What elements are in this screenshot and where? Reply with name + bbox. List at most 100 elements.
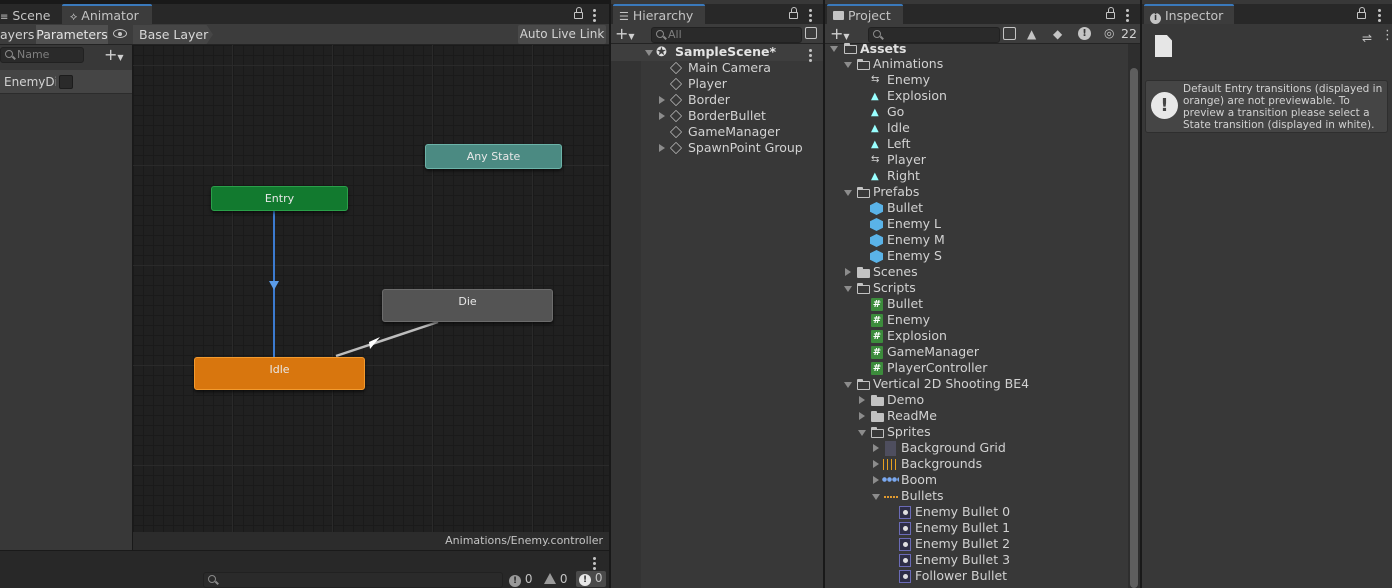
state-idle[interactable]: Idle (194, 357, 365, 390)
assets-expand-arrow[interactable] (830, 46, 838, 52)
hidden-packages-icon[interactable]: ◎ (1104, 26, 1114, 40)
expand-arrow[interactable] (859, 412, 865, 420)
folder-demo[interactable]: Demo (887, 392, 924, 408)
asset-item[interactable]: GameManager (887, 344, 979, 360)
folder-scenes[interactable]: Scenes (873, 264, 918, 280)
asset-item[interactable]: Enemy (887, 72, 930, 88)
parameters-tab[interactable]: Parameters (36, 25, 108, 44)
assets-root[interactable]: Assets (860, 41, 906, 57)
folder-prefabs[interactable]: Prefabs (873, 184, 919, 200)
hierarchy-menu-icon[interactable] (809, 8, 813, 24)
layers-tab[interactable]: ayers (0, 25, 35, 44)
tab-animator[interactable]: ⟡ Animator (62, 4, 152, 24)
folder-animations[interactable]: Animations (873, 56, 943, 72)
hierarchy-item[interactable]: GameManager (688, 124, 780, 140)
asset-item[interactable]: Boom (901, 472, 937, 488)
console-search-input[interactable] (203, 572, 503, 588)
scene-expand-arrow[interactable] (645, 50, 653, 56)
expand-arrow[interactable] (844, 190, 852, 196)
tab-hierarchy[interactable]: ☰ Hierarchy (613, 4, 705, 24)
filter-by-label-icon[interactable]: ◆ (1053, 27, 1062, 41)
parameter-search-input[interactable]: Name (0, 47, 84, 63)
expand-arrow[interactable] (844, 382, 852, 388)
asset-item[interactable]: PlayerController (887, 360, 987, 376)
asset-item[interactable]: Player (887, 152, 926, 168)
warning-count[interactable]: 0 (544, 572, 567, 586)
state-die[interactable]: Die (382, 289, 553, 322)
hierarchy-search-input[interactable]: All (651, 27, 802, 43)
more-menu-icon[interactable] (593, 8, 597, 24)
project-add-button[interactable]: +▼ (830, 24, 850, 43)
asset-item[interactable]: Explosion (887, 328, 947, 344)
filter-by-type-icon[interactable]: ▲ (1027, 27, 1036, 41)
asset-item[interactable]: Enemy L (887, 216, 941, 232)
expand-arrow[interactable] (659, 112, 665, 120)
console-menu-icon[interactable] (593, 556, 597, 572)
hierarchy-add-button[interactable]: +▼ (615, 24, 635, 43)
asset-item[interactable]: Explosion (887, 88, 947, 104)
asset-item[interactable]: Enemy Bullet 2 (915, 536, 1010, 552)
folder-readme[interactable]: ReadMe (887, 408, 937, 424)
parameter-checkbox[interactable] (59, 75, 73, 89)
asset-item[interactable]: Backgrounds (901, 456, 982, 472)
project-scrollbar-thumb[interactable] (1130, 68, 1138, 588)
hierarchy-item[interactable]: SpawnPoint Group (688, 140, 803, 156)
asset-item[interactable]: Enemy (887, 312, 930, 328)
hierarchy-item[interactable]: BorderBullet (688, 108, 766, 124)
error-count[interactable]: ! 0 (509, 572, 532, 587)
asset-item[interactable]: Follower Bullet (915, 568, 1007, 584)
asset-item[interactable]: Go (887, 104, 904, 120)
expand-arrow[interactable] (858, 430, 866, 436)
add-parameter-button[interactable]: +▼ (104, 45, 124, 64)
scene-menu-icon[interactable] (809, 48, 813, 64)
expand-arrow[interactable] (659, 144, 665, 152)
folder-vertical-2d[interactable]: Vertical 2D Shooting BE4 (873, 376, 1029, 392)
asset-item[interactable]: Bullets (901, 488, 944, 504)
project-lock-icon[interactable] (1106, 7, 1115, 19)
state-entry[interactable]: Entry (211, 186, 348, 211)
hierarchy-lock-icon[interactable] (789, 7, 798, 19)
asset-item[interactable]: Background Grid (901, 440, 1006, 456)
asset-item[interactable]: Enemy M (887, 232, 945, 248)
expand-arrow[interactable] (873, 476, 879, 484)
idle-to-die-transition[interactable] (335, 320, 439, 358)
hierarchy-item[interactable]: Main Camera (688, 60, 771, 76)
asset-item[interactable]: Enemy Bullet 0 (915, 504, 1010, 520)
expand-arrow[interactable] (659, 96, 665, 104)
log-filter-icon[interactable]: ! (1078, 27, 1091, 40)
asset-item[interactable]: Enemy Bullet 3 (915, 552, 1010, 568)
log-count[interactable]: ! 0 (576, 571, 606, 587)
asset-item[interactable]: Bullet (887, 296, 923, 312)
asset-item[interactable]: Right (887, 168, 920, 184)
folder-scripts[interactable]: Scripts (873, 280, 916, 296)
project-menu-icon[interactable] (1126, 8, 1130, 24)
asset-item[interactable]: Enemy S (887, 248, 942, 264)
inspector-more-icon[interactable]: ⋮ (1381, 28, 1392, 43)
expand-arrow[interactable] (845, 268, 851, 276)
asset-item[interactable]: Bullet (887, 200, 923, 216)
hierarchy-item[interactable]: Border (688, 92, 730, 108)
parameter-name[interactable]: EnemyDie (4, 75, 56, 89)
inspector-settings-icon[interactable]: ⇌ (1362, 31, 1372, 45)
hierarchy-item[interactable]: Player (688, 76, 727, 92)
hierarchy-scene-filter-icon[interactable] (805, 27, 817, 39)
tab-scene[interactable]: ≡ Scene (0, 5, 59, 25)
expand-arrow[interactable] (844, 286, 852, 292)
tab-project[interactable]: Project (827, 4, 903, 24)
expand-arrow[interactable] (873, 444, 879, 452)
scene-name[interactable]: SampleScene* (675, 44, 776, 60)
inspector-menu-icon[interactable] (1378, 8, 1382, 24)
lock-icon[interactable] (574, 7, 583, 19)
expand-arrow[interactable] (844, 62, 852, 68)
breadcrumb[interactable]: Base Layer (133, 25, 213, 44)
asset-item[interactable]: Enemy Bullet 1 (915, 520, 1010, 536)
asset-item[interactable]: Idle (887, 120, 910, 136)
asset-item[interactable]: Left (887, 136, 911, 152)
search-by-type-icon[interactable] (1003, 27, 1016, 40)
expand-arrow[interactable] (873, 460, 879, 468)
inspector-lock-icon[interactable] (1357, 7, 1366, 19)
folder-sprites[interactable]: Sprites (887, 424, 931, 440)
state-any-state[interactable]: Any State (425, 144, 562, 169)
auto-live-link-button[interactable]: Auto Live Link (518, 25, 606, 44)
expand-arrow[interactable] (859, 396, 865, 404)
